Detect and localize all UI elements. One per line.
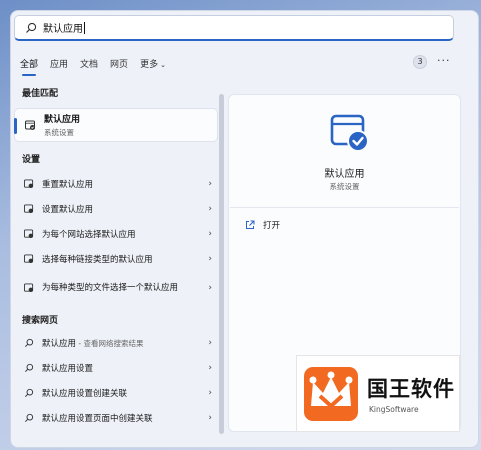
chevron-right-icon: ›	[208, 228, 212, 239]
list-item-label: 选择每种链接类型的默认应用	[42, 254, 153, 265]
list-item-label: 为每个网站选择默认应用	[42, 229, 136, 240]
filter-tabs: 全部 应用 文档 网页 更多 ⌄	[20, 57, 178, 76]
results-list: 最佳匹配 默认应用 系统设置 设置 重置默认应用 › 设置默认应用 › 为每个网…	[14, 86, 218, 436]
default-apps-icon	[24, 178, 34, 188]
web-result-term: 默认应用	[42, 338, 77, 349]
crown-logo-icon	[304, 366, 358, 421]
list-item[interactable]: 为每个网站选择默认应用 ›	[14, 221, 218, 246]
chevron-down-icon: ⌄	[160, 61, 166, 69]
search-icon	[26, 22, 37, 33]
open-button[interactable]: 打开	[245, 219, 280, 231]
default-apps-icon	[330, 114, 369, 152]
chevron-right-icon: ›	[208, 387, 212, 398]
rewards-badge[interactable]: 3	[413, 55, 427, 69]
section-settings: 设置	[22, 155, 41, 165]
watermark-title: 国王软件	[367, 377, 455, 401]
section-web-search: 搜索网页	[22, 316, 59, 326]
chevron-right-icon: ›	[208, 283, 212, 293]
search-icon	[24, 338, 34, 347]
chevron-right-icon: ›	[208, 203, 212, 214]
chevron-right-icon: ›	[208, 337, 212, 348]
more-options-button[interactable]: ···	[437, 54, 451, 67]
tab-more[interactable]: 更多 ⌄	[140, 57, 166, 70]
list-item[interactable]: 默认应用设置 ›	[14, 355, 218, 380]
chevron-right-icon: ›	[208, 253, 212, 264]
detail-title: 默认应用	[324, 169, 365, 180]
list-item[interactable]: 为每种类型的文件选择一个默认应用 ›	[14, 271, 218, 305]
text-caret	[84, 21, 85, 34]
list-item[interactable]: 设置默认应用 ›	[14, 196, 218, 221]
list-item[interactable]: 选择每种链接类型的默认应用 ›	[14, 246, 218, 271]
list-item-label: 默认应用 - 查看网络搜索结果	[42, 337, 144, 349]
chevron-right-icon: ›	[208, 412, 212, 423]
search-query: 默认应用	[43, 24, 83, 35]
search-icon	[24, 413, 34, 422]
chevron-right-icon: ›	[208, 362, 212, 373]
list-item-label: 重置默认应用	[42, 179, 94, 190]
search-input[interactable]: 默认应用	[14, 15, 454, 41]
default-apps-icon	[24, 228, 34, 238]
open-label: 打开	[263, 221, 281, 231]
default-apps-icon	[24, 203, 34, 213]
watermark-logo: 国王软件 KingSoftware	[296, 355, 460, 432]
list-item-label: 设置默认应用	[42, 204, 94, 215]
search-icon	[24, 363, 34, 372]
best-match-title: 默认应用	[44, 115, 81, 125]
tab-apps[interactable]: 应用	[50, 57, 68, 70]
default-apps-icon	[24, 283, 34, 292]
list-item-label: 默认应用设置	[42, 363, 94, 374]
section-best-match: 最佳匹配	[22, 89, 59, 99]
tab-documents[interactable]: 文档	[80, 57, 98, 70]
chevron-right-icon: ›	[208, 178, 212, 189]
list-item-label: 默认应用设置页面中创建关联	[42, 413, 153, 424]
best-match-subtitle: 系统设置	[44, 128, 74, 137]
tab-more-label: 更多	[140, 60, 159, 70]
open-external-icon	[246, 220, 255, 229]
default-apps-icon	[25, 120, 35, 130]
list-item-label: 为每种类型的文件选择一个默认应用	[42, 283, 179, 293]
list-item-label: 默认应用设置创建关联	[42, 388, 128, 399]
list-item[interactable]: 默认应用设置页面中创建关联 ›	[14, 405, 218, 430]
list-item[interactable]: 默认应用 - 查看网络搜索结果 ›	[14, 330, 218, 355]
results-scrollbar[interactable]	[219, 94, 224, 434]
default-apps-icon	[24, 253, 34, 263]
tab-all[interactable]: 全部	[20, 57, 38, 76]
search-icon	[24, 388, 34, 397]
tab-web[interactable]: 网页	[110, 57, 128, 70]
web-result-hint: - 查看网络搜索结果	[76, 338, 144, 348]
divider	[230, 207, 459, 208]
list-item[interactable]: 默认应用设置创建关联 ›	[14, 380, 218, 405]
list-item[interactable]: 重置默认应用 ›	[14, 171, 218, 196]
watermark-subtitle: KingSoftware	[369, 405, 419, 414]
detail-subtitle: 系统设置	[329, 182, 360, 191]
best-match-item[interactable]: 默认应用 系统设置	[14, 108, 218, 142]
